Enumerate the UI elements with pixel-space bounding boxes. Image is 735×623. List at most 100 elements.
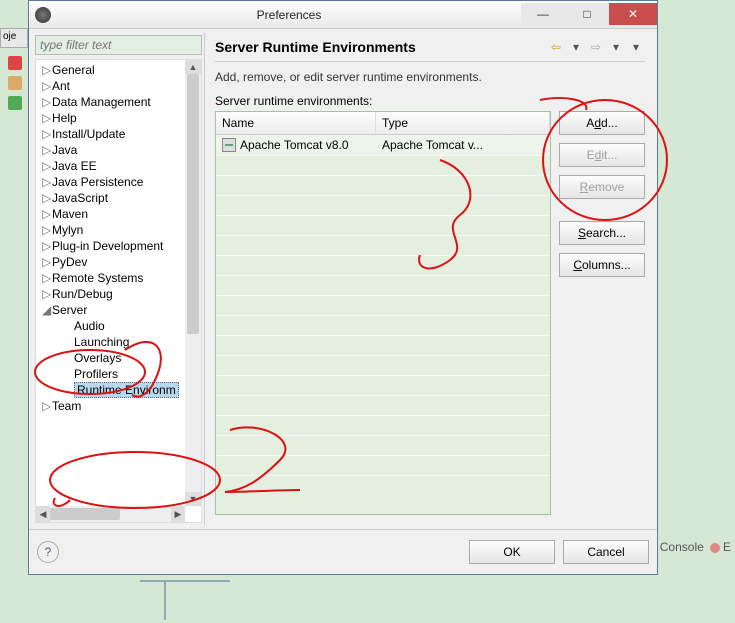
twisty-icon[interactable]: ▷ — [42, 95, 52, 109]
tree-item-label: Server — [52, 303, 87, 317]
tree-item[interactable]: ▷Data Management — [36, 94, 201, 110]
tree-item-label: Install/Update — [52, 127, 125, 141]
tree-item[interactable]: ▷Ant — [36, 78, 201, 94]
tree-item-label: PyDev — [52, 255, 87, 269]
tree-item-label: Remote Systems — [52, 271, 143, 285]
tree-item-label: Ant — [52, 79, 70, 93]
twisty-icon[interactable]: ▷ — [42, 127, 52, 141]
columns-button[interactable]: Columns... — [559, 253, 645, 277]
bg-console-label: Console E — [660, 540, 731, 554]
nav-back-menu-icon[interactable]: ▾ — [567, 39, 585, 55]
maximize-button[interactable]: □ — [565, 3, 609, 25]
nav-forward-menu-icon[interactable]: ▾ — [607, 39, 625, 55]
tree-item[interactable]: ▷Java — [36, 142, 201, 158]
nav-forward-icon[interactable]: ⇨ — [587, 39, 605, 55]
col-type-header[interactable]: Type — [376, 112, 550, 134]
tree-item[interactable]: ▷Java EE — [36, 158, 201, 174]
tree-item[interactable]: ▷Remote Systems — [36, 270, 201, 286]
tree-item-label: Java — [52, 143, 77, 157]
tree-item-label: Overlays — [74, 351, 121, 365]
server-icon — [222, 138, 236, 152]
nav-view-menu-icon[interactable]: ▾ — [627, 39, 645, 55]
twisty-icon[interactable]: ▷ — [42, 255, 52, 269]
close-button[interactable]: ✕ — [609, 3, 657, 25]
twisty-icon[interactable]: ▷ — [42, 287, 52, 301]
tree-item[interactable]: ▷Install/Update — [36, 126, 201, 142]
tree-item-label: Team — [52, 399, 81, 413]
tree-child-item[interactable]: Launching — [36, 334, 201, 350]
scroll-right-icon[interactable]: ▶ — [171, 506, 185, 522]
tree-child-item[interactable]: Profilers — [36, 366, 201, 382]
tree-child-item[interactable]: Overlays — [36, 350, 201, 366]
titlebar: Preferences — □ ✕ — [29, 1, 657, 29]
scroll-h-thumb[interactable] — [50, 508, 120, 520]
tree-item[interactable]: ▷Help — [36, 110, 201, 126]
tree-item-label: Audio — [74, 319, 105, 333]
tree-item[interactable]: ▷Mylyn — [36, 222, 201, 238]
scroll-v-thumb[interactable] — [187, 74, 199, 334]
tree-item[interactable]: ▷General — [36, 62, 201, 78]
preferences-tree[interactable]: ▷General▷Ant▷Data Management▷Help▷Instal… — [36, 60, 201, 416]
remove-button[interactable]: Remove — [559, 175, 645, 199]
server-table[interactable]: Name Type Apache Tomcat v8.0Apache Tomca… — [215, 111, 551, 515]
tree-item[interactable]: ▷Plug-in Development — [36, 238, 201, 254]
tree-item-label: Mylyn — [52, 223, 83, 237]
twisty-icon[interactable]: ▷ — [42, 239, 52, 253]
spacer — [215, 515, 645, 525]
twisty-icon[interactable]: ▷ — [42, 111, 52, 125]
twisty-icon[interactable]: ▷ — [42, 79, 52, 93]
footer: ? OK Cancel — [29, 529, 657, 574]
add-button[interactable]: Add... — [559, 111, 645, 135]
twisty-icon[interactable]: ▷ — [42, 207, 52, 221]
scroll-up-icon[interactable]: ▲ — [185, 60, 201, 74]
eclipse-icon — [35, 7, 51, 23]
help-icon[interactable]: ? — [37, 541, 59, 563]
table-row[interactable]: Apache Tomcat v8.0Apache Tomcat v... — [216, 135, 550, 155]
tree-item-label: Java Persistence — [52, 175, 143, 189]
button-column: Add... Edit... Remove Search... Columns.… — [559, 111, 645, 515]
twisty-icon[interactable]: ▷ — [42, 63, 52, 77]
twisty-icon[interactable]: ◢ — [42, 303, 52, 317]
col-name-header[interactable]: Name — [216, 112, 376, 134]
scroll-left-icon[interactable]: ◀ — [36, 506, 50, 522]
tree-v-scrollbar[interactable]: ▲ ▼ — [185, 60, 201, 506]
search-button[interactable]: Search... — [559, 221, 645, 245]
preferences-window: Preferences — □ ✕ ▷General▷Ant▷Data Mana… — [28, 0, 658, 575]
tree-item[interactable]: ▷JavaScript — [36, 190, 201, 206]
tree-h-scrollbar[interactable]: ◀ ▶ — [36, 506, 185, 522]
tree-item[interactable]: ▷Maven — [36, 206, 201, 222]
tree-item[interactable]: ▷PyDev — [36, 254, 201, 270]
tree-item-label: Help — [52, 111, 77, 125]
tree-item[interactable]: ▷Run/Debug — [36, 286, 201, 302]
tree-item-label: Profilers — [74, 367, 118, 381]
tree-item-label: General — [52, 63, 95, 77]
cancel-button[interactable]: Cancel — [563, 540, 649, 564]
scroll-down-icon[interactable]: ▼ — [185, 492, 201, 506]
twisty-icon[interactable]: ▷ — [42, 143, 52, 157]
twisty-icon[interactable]: ▷ — [42, 159, 52, 173]
bg-tab-fragment: oje — [0, 28, 28, 48]
twisty-icon[interactable]: ▷ — [42, 175, 52, 189]
twisty-icon[interactable]: ▷ — [42, 223, 52, 237]
twisty-icon[interactable]: ▷ — [42, 191, 52, 205]
dialog-body: ▷General▷Ant▷Data Management▷Help▷Instal… — [29, 29, 657, 529]
main-row: Name Type Apache Tomcat v8.0Apache Tomca… — [215, 111, 645, 515]
filter-input[interactable] — [35, 35, 202, 55]
minimize-button[interactable]: — — [521, 3, 565, 25]
table-header: Name Type — [216, 112, 550, 135]
tree-item-label: Plug-in Development — [52, 239, 163, 253]
tree-item-label: Maven — [52, 207, 88, 221]
twisty-icon[interactable]: ▷ — [42, 399, 52, 413]
tree-item-label: Runtime Environm — [74, 382, 179, 398]
tree-child-item[interactable]: Audio — [36, 318, 201, 334]
edit-button[interactable]: Edit... — [559, 143, 645, 167]
spacer — [559, 207, 645, 213]
left-pane: ▷General▷Ant▷Data Management▷Help▷Instal… — [33, 33, 205, 525]
tree-item[interactable]: ▷Team — [36, 398, 201, 414]
tree-item[interactable]: ▷Java Persistence — [36, 174, 201, 190]
nav-back-icon[interactable]: ⇦ — [547, 39, 565, 55]
ok-button[interactable]: OK — [469, 540, 555, 564]
tree-child-item[interactable]: Runtime Environm — [36, 382, 201, 398]
tree-item[interactable]: ◢Server — [36, 302, 201, 318]
twisty-icon[interactable]: ▷ — [42, 271, 52, 285]
